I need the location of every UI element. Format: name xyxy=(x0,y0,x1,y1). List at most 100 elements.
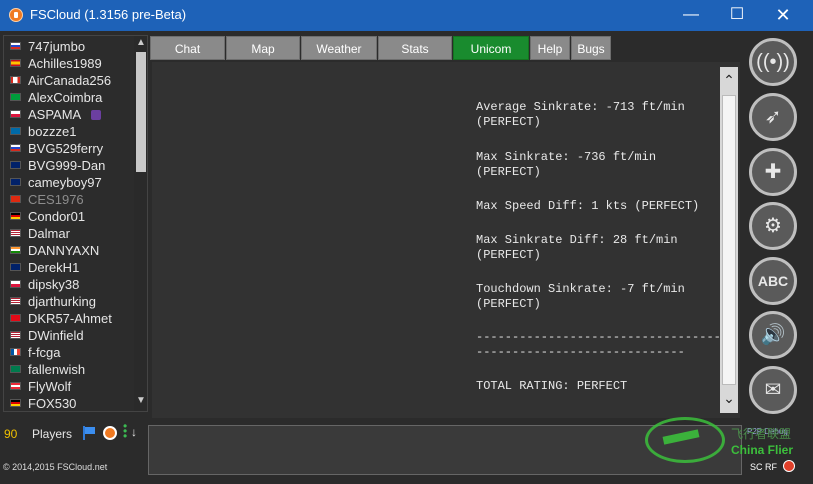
pilot-list-item[interactable]: DerekH1 xyxy=(4,259,134,276)
wifi-icon: ((•)) xyxy=(756,51,790,73)
flag-br-icon xyxy=(10,93,21,101)
gear-icon: ⚙ xyxy=(764,215,782,237)
pilot-list-item[interactable]: FOX530 xyxy=(4,395,134,411)
close-button[interactable]: ✕ xyxy=(760,0,806,31)
pilot-name: CES1976 xyxy=(28,192,84,207)
scroll-up-icon[interactable]: ⌃ xyxy=(720,71,738,89)
pilot-list-item[interactable]: bozzze1 xyxy=(4,123,134,140)
scroll-thumb[interactable] xyxy=(136,52,146,172)
abc-button[interactable]: ABC xyxy=(749,257,797,305)
pilot-name: AirCanada256 xyxy=(28,73,112,88)
flag-us-icon xyxy=(10,229,21,237)
pilot-list-item[interactable]: f-fcga xyxy=(4,344,134,361)
more-options-icon[interactable]: • • • xyxy=(123,420,129,442)
mail-button[interactable]: ✉ xyxy=(749,366,797,414)
scroll-up-icon[interactable]: ▲ xyxy=(136,38,146,48)
flag-fr-icon xyxy=(10,348,21,356)
pilot-list-item[interactable]: CES1976 xyxy=(4,191,134,208)
pilot-list-item[interactable]: Condor01 xyxy=(4,208,134,225)
unicom-message: TOTAL RATING: PERFECT xyxy=(476,379,628,393)
speaker-button[interactable]: 🔊 xyxy=(749,311,797,359)
flag-us-icon xyxy=(10,297,21,305)
pilot-name: DANNYAXN xyxy=(28,243,100,258)
mail-icon: ✉ xyxy=(764,379,782,401)
flag-filter-icon[interactable] xyxy=(82,425,96,441)
pilot-name: Condor01 xyxy=(28,209,86,224)
pilot-name: Achilles1989 xyxy=(28,56,102,71)
pilot-list: 747jumbo Achilles1989 AirCanada256 AlexCoim… xyxy=(3,35,148,412)
flag-cn-icon xyxy=(10,195,21,203)
watermark-logo: 飞行者联盟 China Flier xyxy=(645,415,813,467)
flag-de-icon xyxy=(10,399,21,407)
unicom-panel: Average Sinkrate: -713 ft/min (PERFECT) M… xyxy=(152,62,740,418)
flag-us-icon xyxy=(10,331,21,339)
flag-at-icon xyxy=(10,382,21,390)
flag-gb-icon xyxy=(10,178,21,186)
flag-gb-icon xyxy=(10,161,21,169)
flag-za-icon xyxy=(10,365,21,373)
pilot-list-scrollbar[interactable]: ▲ ▼ xyxy=(134,36,147,411)
pilot-list-item[interactable]: AlexCoimbra xyxy=(4,89,134,106)
pilot-list-item[interactable]: BVG999-Dan xyxy=(4,157,134,174)
pilot-list-item[interactable]: DWinfield xyxy=(4,327,134,344)
watermark-cn: 飞行者联盟 xyxy=(731,427,792,441)
tab-map[interactable]: Map xyxy=(226,36,300,60)
gear-button[interactable]: ⚙ xyxy=(749,202,797,250)
compass-icon: ➶ xyxy=(764,106,782,128)
pilot-list-item[interactable]: BVG529ferry xyxy=(4,140,134,157)
flag-tr-icon xyxy=(10,314,21,322)
pilot-list-item[interactable]: AirCanada256 xyxy=(4,72,134,89)
wifi-button[interactable]: ((•)) xyxy=(749,38,797,86)
sort-arrow-icon[interactable]: ↓ xyxy=(131,425,141,441)
copyright-text: © 2014,2015 FSCloud.net xyxy=(3,462,108,472)
pilot-list-item[interactable]: 747jumbo xyxy=(4,38,134,55)
pilot-list-item[interactable]: cameyboy97 xyxy=(4,174,134,191)
title-bar: FSCloud (1.3156 pre-Beta) — ☐ ✕ xyxy=(0,0,813,31)
pilot-list-item[interactable]: dipsky38 xyxy=(4,276,134,293)
pilot-name: djarthurking xyxy=(28,294,96,309)
pilot-list-item[interactable]: FlyWolf xyxy=(4,378,134,395)
unicom-message: Max Sinkrate Diff: 28 ft/min (PERFECT) xyxy=(476,233,678,262)
flag-se-icon xyxy=(10,127,21,135)
tab-weather[interactable]: Weather xyxy=(301,36,377,60)
pilot-name: f-fcga xyxy=(28,345,61,360)
scroll-thumb[interactable] xyxy=(722,95,736,385)
content-scrollbar[interactable]: ⌃ ⌄ xyxy=(720,67,738,413)
flag-gb-icon xyxy=(10,263,21,271)
pilot-name: FlyWolf xyxy=(28,379,72,394)
scroll-down-icon[interactable]: ▼ xyxy=(136,396,146,406)
minimize-button[interactable]: — xyxy=(668,0,714,31)
pilot-list-item[interactable]: DANNYAXN xyxy=(4,242,134,259)
tab-unicom[interactable]: Unicom xyxy=(453,36,529,60)
pilot-list-item[interactable]: ASPAMA xyxy=(4,106,134,123)
pilot-name: Dalmar xyxy=(28,226,70,241)
twitch-badge-icon xyxy=(91,110,101,120)
tab-help[interactable]: Help xyxy=(530,36,570,60)
tab-bugs[interactable]: Bugs xyxy=(571,36,611,60)
maximize-button[interactable]: ☐ xyxy=(714,0,760,31)
clock-icon[interactable] xyxy=(103,426,117,440)
tab-stats[interactable]: Stats xyxy=(378,36,452,60)
compass-button[interactable]: ➶ xyxy=(749,93,797,141)
pilot-name: bozzze1 xyxy=(28,124,77,139)
pilot-list-item[interactable]: djarthurking xyxy=(4,293,134,310)
unicom-message: Average Sinkrate: -713 ft/min (PERFECT) xyxy=(476,100,685,129)
pilot-name: DWinfield xyxy=(28,328,84,343)
unicom-message: Max Speed Diff: 1 kts (PERFECT) xyxy=(476,199,700,213)
tab-chat[interactable]: Chat xyxy=(150,36,225,60)
flag-in-icon xyxy=(10,246,21,254)
puzzle-button[interactable]: ✚ xyxy=(749,148,797,196)
unicom-message: Max Sinkrate: -736 ft/min (PERFECT) xyxy=(476,150,657,179)
flag-ru-icon xyxy=(10,42,21,50)
pilot-list-item[interactable]: Achilles1989 xyxy=(4,55,134,72)
pilot-name: AlexCoimbra xyxy=(28,90,103,105)
speaker-icon: 🔊 xyxy=(760,324,786,346)
pilot-name: BVG999-Dan xyxy=(28,158,106,173)
flag-pl-icon xyxy=(10,110,21,118)
pilot-name: DerekH1 xyxy=(28,260,80,275)
scroll-down-icon[interactable]: ⌄ xyxy=(720,389,738,407)
watermark-en: China Flier xyxy=(731,443,794,457)
pilot-list-item[interactable]: fallenwish xyxy=(4,361,134,378)
pilot-list-item[interactable]: DKR57-Ahmet xyxy=(4,310,134,327)
pilot-list-item[interactable]: Dalmar xyxy=(4,225,134,242)
